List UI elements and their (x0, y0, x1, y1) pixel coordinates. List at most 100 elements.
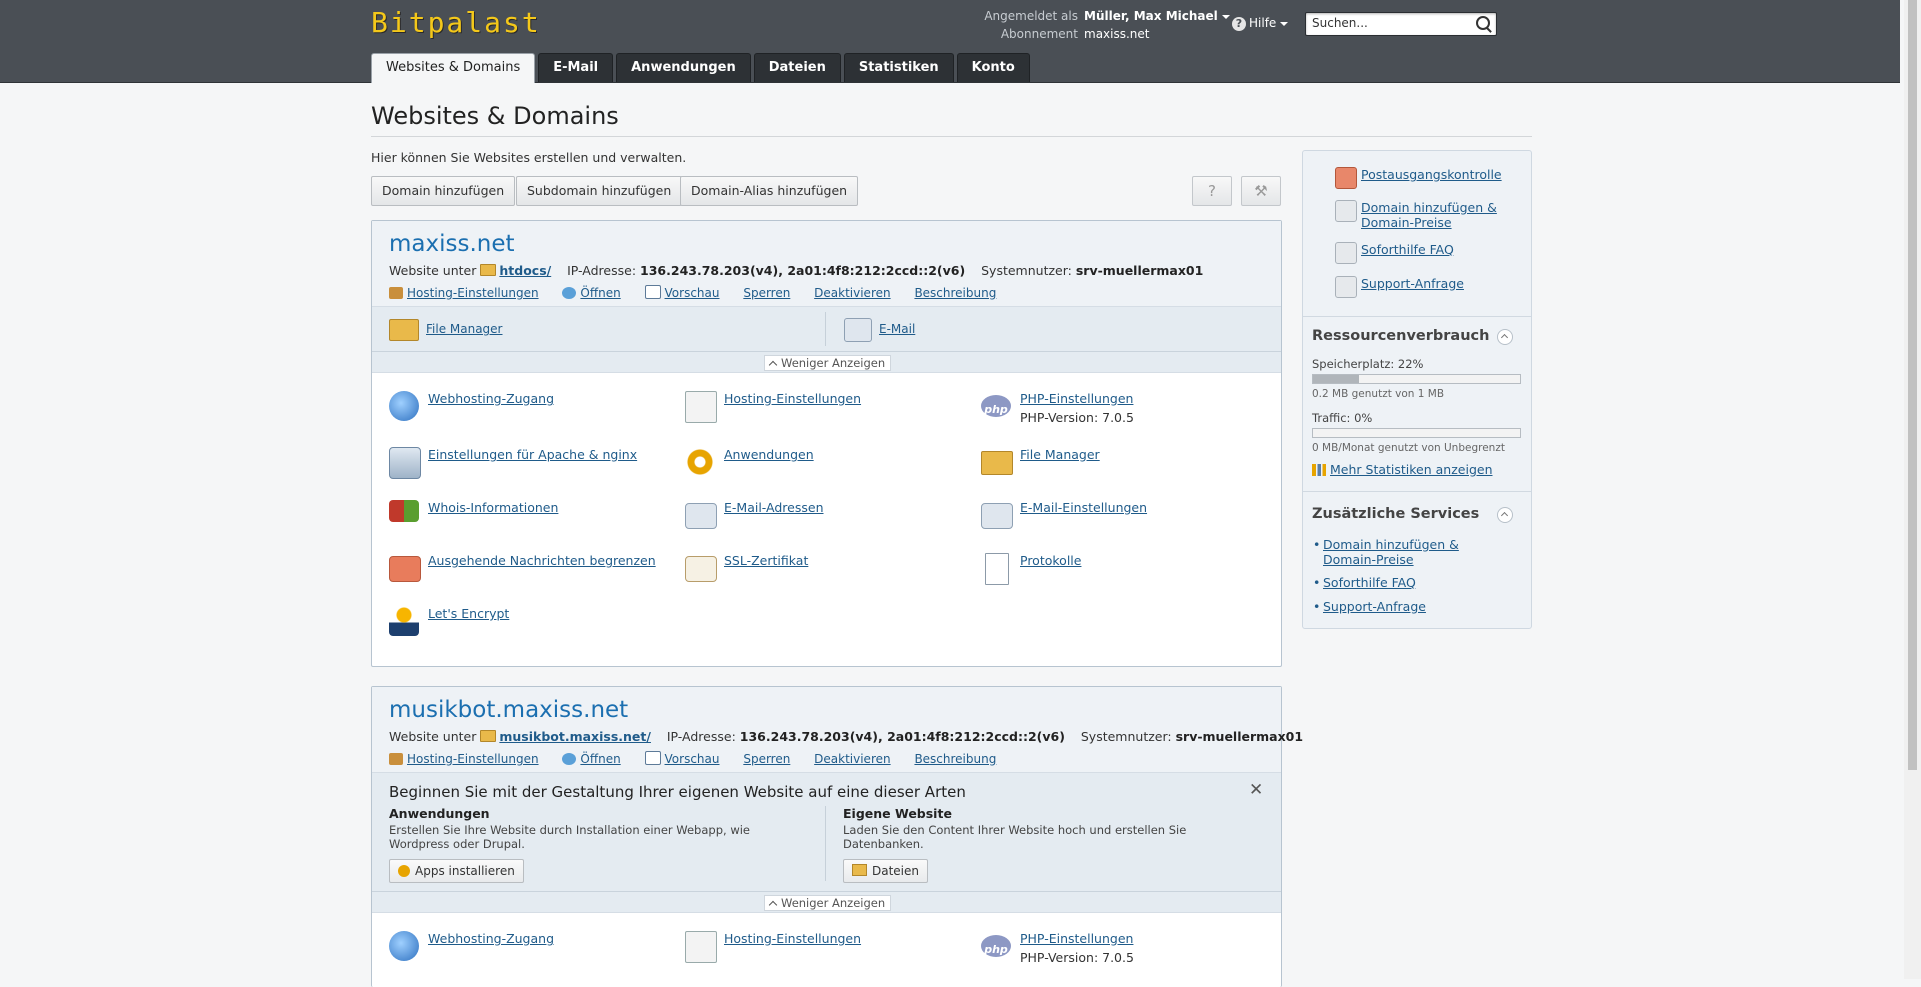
certificate-icon (685, 556, 717, 582)
whois-link[interactable]: Whois-Informationen (428, 500, 558, 515)
user-menu[interactable]: Müller, Max Michael (1084, 9, 1230, 23)
hosting-settings-link[interactable]: Hosting-Einstellungen (407, 752, 539, 766)
email-settings-link[interactable]: E-Mail-Einstellungen (1020, 500, 1147, 515)
help-icon: ? (1208, 182, 1216, 200)
webhosting-access-link[interactable]: Webhosting-Zugang (428, 391, 554, 406)
support-request-link[interactable]: Support-Anfrage (1361, 276, 1464, 291)
more-statistics-link[interactable]: Mehr Statistiken anzeigen (1330, 462, 1493, 477)
tab-statistics[interactable]: Statistiken (843, 53, 954, 82)
file-manager-link[interactable]: File Manager (426, 322, 503, 336)
show-less-toggle[interactable]: Weniger Anzeigen (764, 895, 892, 911)
scrollbar[interactable] (1904, 0, 1921, 979)
show-less-toggle[interactable]: Weniger Anzeigen (764, 355, 892, 371)
services-heading: Zusätzliche Services (1312, 506, 1480, 522)
scrollbar-thumb[interactable] (1908, 0, 1917, 770)
open-link[interactable]: Öffnen (580, 286, 620, 300)
tools-icon (389, 753, 403, 765)
domain-info: Website unter musikbot.maxiss.net/ IP-Ad… (389, 729, 1303, 744)
php-icon: php (981, 395, 1011, 417)
divider (1303, 316, 1531, 317)
add-domain-prices-link[interactable]: Domain hinzufügen & Domain-Preise (1361, 200, 1497, 230)
search-box (1305, 12, 1497, 36)
storage-bar (1312, 374, 1521, 384)
domain-name[interactable]: maxiss.net (389, 229, 1264, 259)
outbox-control-link[interactable]: Postausgangskontrolle (1361, 167, 1502, 182)
file-manager-tool-link[interactable]: File Manager (1020, 447, 1100, 462)
collapse-services-button[interactable] (1497, 507, 1513, 523)
service-item: Support-Anfrage (1313, 599, 1513, 614)
apps-heading: Anwendungen (389, 806, 490, 821)
apps-text: Erstellen Sie Ihre Website durch Install… (389, 823, 750, 851)
chart-icon (1312, 464, 1326, 476)
php-settings-link[interactable]: PHP-Einstellungen (1020, 931, 1133, 946)
hosting-settings-tool-link[interactable]: Hosting-Einstellungen (724, 391, 861, 406)
service-support-link[interactable]: Support-Anfrage (1323, 599, 1426, 614)
service-faq-link[interactable]: Soforthilfe FAQ (1323, 575, 1416, 590)
globe-icon (562, 753, 577, 765)
tab-account[interactable]: Konto (956, 53, 1030, 82)
globe-icon (562, 287, 577, 299)
folder-icon (981, 451, 1013, 475)
php-settings-link[interactable]: PHP-Einstellungen (1020, 391, 1133, 406)
help-button[interactable]: ? (1192, 176, 1232, 206)
logo[interactable]: Bitpalast (371, 6, 541, 39)
quick-file-manager[interactable]: File Manager (389, 307, 503, 351)
deactivate-link[interactable]: Deaktivieren (814, 752, 890, 766)
close-icon[interactable]: ✕ (1249, 782, 1263, 799)
tab-applications[interactable]: Anwendungen (616, 53, 751, 82)
suspend-link[interactable]: Sperren (743, 286, 790, 300)
settings-button[interactable]: ⚒ (1241, 176, 1281, 206)
webhosting-access-link[interactable]: Webhosting-Zugang (428, 931, 554, 946)
tab-files[interactable]: Dateien (753, 53, 841, 82)
search-icon[interactable] (1476, 16, 1490, 30)
suspend-link[interactable]: Sperren (743, 752, 790, 766)
add-subdomain-button[interactable]: Subdomain hinzufügen (516, 176, 683, 206)
faq-link[interactable]: Soforthilfe FAQ (1361, 242, 1454, 257)
ssl-certificate-link[interactable]: SSL-Zertifikat (724, 553, 808, 568)
website-label: Website unter (389, 729, 477, 744)
mail-limit-icon (1335, 167, 1357, 189)
help-menu[interactable]: ? Hilfe (1232, 16, 1289, 31)
sidebar-item-support: Support-Anfrage (1335, 276, 1464, 298)
service-add-domain-link[interactable]: Domain hinzufügen & Domain-Preise (1323, 537, 1459, 567)
top-bar: Bitpalast Angemeldet als Müller, Max Mich… (0, 0, 1900, 83)
description-link[interactable]: Beschreibung (914, 286, 996, 300)
own-site-column: Eigene Website Laden Sie den Content Ihr… (843, 806, 1263, 883)
files-button[interactable]: Dateien (843, 859, 929, 883)
add-domain-alias-button[interactable]: Domain-Alias hinzufügen (680, 176, 859, 206)
preview-link[interactable]: Vorschau (665, 752, 720, 766)
apache-nginx-link[interactable]: Einstellungen für Apache & nginx (428, 447, 637, 462)
storage-bar-fill (1313, 375, 1359, 383)
traffic-bar (1312, 428, 1521, 438)
open-link[interactable]: Öffnen (580, 752, 620, 766)
tab-websites-domains[interactable]: Websites & Domains (371, 53, 536, 83)
docroot-link[interactable]: htdocs/ (499, 263, 551, 278)
sidebar-item-add-domain: Domain hinzufügen & Domain-Preise (1335, 200, 1511, 230)
email-addresses-link[interactable]: E-Mail-Adressen (724, 500, 824, 515)
description-link[interactable]: Beschreibung (914, 752, 996, 766)
search-input[interactable] (1306, 13, 1478, 33)
hosting-settings-link[interactable]: Hosting-Einstellungen (407, 286, 539, 300)
traffic-usage: 0 MB/Monat genutzt von Unbegrenzt (1312, 442, 1505, 454)
email-link[interactable]: E-Mail (879, 322, 915, 336)
mail-limit-icon (389, 556, 421, 582)
preview-link[interactable]: Vorschau (665, 286, 720, 300)
collapse-resources-button[interactable] (1497, 329, 1513, 345)
domain-name[interactable]: musikbot.maxiss.net (389, 695, 1264, 725)
docroot-link[interactable]: musikbot.maxiss.net/ (499, 729, 651, 744)
own-site-text: Laden Sie den Content Ihrer Website hoch… (843, 823, 1187, 851)
title-divider (371, 136, 1532, 137)
install-apps-button[interactable]: Apps installieren (389, 859, 524, 883)
hosting-settings-tool-link[interactable]: Hosting-Einstellungen (724, 931, 861, 946)
quick-email[interactable]: E-Mail (844, 307, 915, 351)
divider (1303, 491, 1531, 492)
deactivate-link[interactable]: Deaktivieren (814, 286, 890, 300)
limit-outgoing-link[interactable]: Ausgehende Nachrichten begrenzen (428, 553, 656, 568)
add-domain-button[interactable]: Domain hinzufügen (371, 176, 516, 206)
lets-encrypt-link[interactable]: Let's Encrypt (428, 606, 509, 621)
folder-icon (480, 730, 497, 742)
tab-email[interactable]: E-Mail (538, 53, 614, 82)
applications-link[interactable]: Anwendungen (724, 447, 814, 462)
subscription-value[interactable]: maxiss.net (1084, 27, 1150, 41)
logs-link[interactable]: Protokolle (1020, 553, 1081, 568)
